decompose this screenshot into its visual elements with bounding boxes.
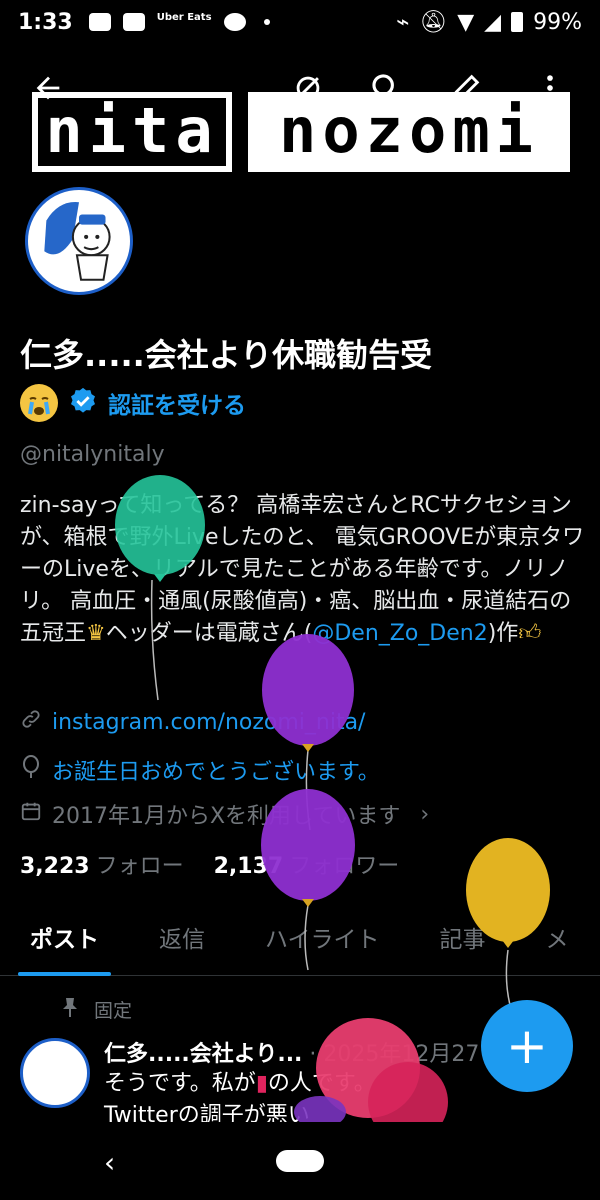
battery-percent: 99% (533, 9, 582, 35)
signal-icon: ◢ (484, 9, 502, 35)
verified-badge-icon[interactable] (68, 386, 98, 420)
tab-articles[interactable]: 記事 (410, 914, 516, 976)
system-back-icon[interactable]: ‹ (104, 1146, 115, 1179)
profile-handle: @nitalynitaly (20, 442, 165, 467)
following-stat[interactable]: 3,223 フォロー (20, 848, 184, 880)
tab-media[interactable]: メ (516, 914, 599, 976)
post-author-name[interactable]: 仁多.....会社より... (104, 1042, 302, 1067)
system-nav-bar: ‹ (0, 1122, 600, 1200)
profile-link-row[interactable]: instagram.com/nozomi_nita/ (20, 708, 365, 736)
back-arrow-icon[interactable] (28, 68, 68, 108)
bio-text-3: )作 (487, 621, 519, 646)
following-label: フォロー (95, 854, 184, 879)
followers-count: 2,137 (213, 854, 284, 879)
post-author-avatar[interactable] (20, 1038, 90, 1108)
followers-label: フォロワー (289, 854, 400, 879)
follow-stats: 3,223 フォロー 2,137 フォロワー (20, 848, 399, 880)
calendar-icon (20, 800, 42, 828)
get-verified-link[interactable]: 認証を受ける (108, 386, 246, 420)
youtube-icon (88, 13, 111, 31)
chevron-right-icon: › (420, 801, 430, 827)
profile-avatar[interactable] (20, 182, 138, 300)
bio-text-2: ヘッダーは電蔵さん( (105, 621, 313, 646)
edit-icon[interactable] (446, 68, 486, 108)
app-icon (223, 13, 246, 31)
status-bar: 1:33 Uber Eats ⌁ 🔕︎ ▼ ◢ 99% (0, 0, 600, 44)
birthday-text: お誕生日おめでとうございます。 (52, 760, 380, 785)
mute-icon[interactable] (288, 68, 328, 108)
tab-replies[interactable]: 返信 (129, 914, 235, 976)
pinned-label: 固定 (94, 1000, 133, 1022)
balloon-icon (20, 755, 42, 785)
battery-icon (511, 12, 524, 32)
profile-link[interactable]: instagram.com/nozomi_nita/ (52, 710, 365, 735)
pinned-indicator: 固定 (60, 996, 132, 1023)
post-date: · 2025年12月27 (309, 1042, 480, 1067)
joined-row[interactable]: 2017年1月からXを利用しています › (20, 798, 429, 830)
bio-mention-link[interactable]: @Den_Zo_Den2 (312, 621, 487, 646)
nfc-icon: ⌁ (396, 9, 410, 35)
birthday-row: お誕生日おめでとうございます。 (20, 754, 380, 786)
post-text-line1: そうです。私が (104, 1071, 256, 1096)
tab-highlights[interactable]: ハイライト (235, 914, 410, 976)
more-icon[interactable] (530, 68, 570, 108)
compose-post-button[interactable]: + (481, 1000, 573, 1092)
profile-name: 仁多.....会社より休職勧告受 (20, 336, 433, 374)
status-time: 1:33 (18, 9, 73, 35)
thumbs-up-icon: 👍︎ (518, 621, 542, 646)
crying-face-icon (20, 384, 58, 422)
system-home-pill[interactable] (276, 1150, 324, 1172)
post-text-line1b: の人です。 (267, 1071, 376, 1096)
crown-icon: ♛ (86, 621, 106, 646)
avatar-image (25, 187, 133, 295)
link-icon (20, 708, 42, 736)
wifi-icon: ▼ (457, 9, 475, 35)
pin-icon (60, 996, 80, 1023)
tab-posts[interactable]: ポスト (0, 914, 129, 976)
search-icon[interactable] (366, 68, 406, 108)
youtube-icon-2 (122, 13, 145, 31)
joined-text: 2017年1月からXを利用しています (52, 804, 401, 829)
notification-dot-icon (263, 19, 270, 25)
followers-stat[interactable]: 2,137 フォロワー (214, 848, 400, 880)
mute-bell-icon: 🔕︎ (419, 9, 448, 35)
profile-tabs: ポスト 返信 ハイライト 記事 メ (0, 914, 600, 976)
uber-eats-icon: Uber Eats (156, 12, 212, 23)
profile-bio: zin-sayって知ってる？ 高橋幸宏さんとRCサクセションが、箱根で野外Liv… (20, 490, 585, 650)
post-header: 仁多.....会社より... · 2025年12月27 (104, 1036, 479, 1068)
verify-row: 認証を受ける (20, 384, 246, 422)
lantern-icon: ▮ (255, 1071, 268, 1096)
following-count: 3,223 (20, 854, 90, 879)
